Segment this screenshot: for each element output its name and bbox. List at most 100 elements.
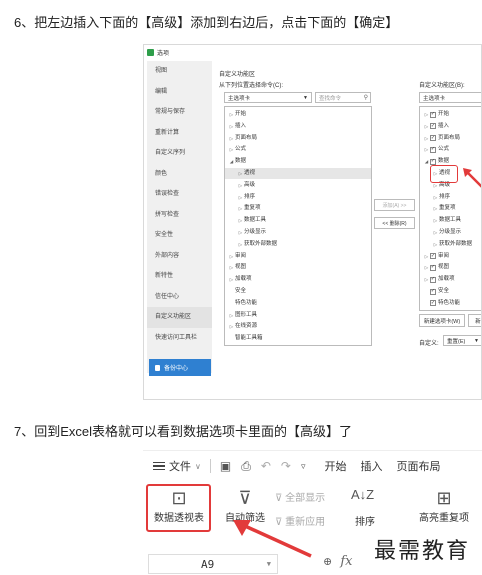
sort-button[interactable]: 排序 — [355, 513, 375, 528]
name-box[interactable]: A9 ▼ — [148, 554, 278, 574]
expand-arrow-icon[interactable]: ▷ — [228, 121, 235, 132]
sidebar-item-customize-ribbon[interactable]: 自定义功能区 — [147, 307, 212, 328]
tree-item[interactable]: ▷ 重复项 — [225, 203, 371, 214]
tree-item[interactable]: ▷ 数据工具 — [420, 215, 481, 226]
checkbox-icon[interactable]: ✓ — [430, 135, 436, 142]
redo-icon[interactable]: ↷ — [281, 459, 291, 473]
sidebar-item-custom-list[interactable]: 自定义序列 — [147, 143, 212, 164]
expand-arrow-icon[interactable]: ▷ — [432, 239, 439, 250]
expand-arrow-icon[interactable]: ▷ — [237, 215, 244, 226]
tree-item[interactable]: 特色功能 — [225, 298, 371, 309]
tab-page-layout[interactable]: 页面布局 — [396, 458, 440, 474]
expand-arrow-icon[interactable]: ▷ — [432, 227, 439, 238]
sidebar-item-trust-center[interactable]: 信任中心 — [147, 287, 212, 308]
tree-item[interactable]: ✓ 安全 — [420, 286, 481, 297]
tree-item[interactable]: ▷ ✓ 开始 — [420, 109, 481, 120]
expand-arrow-icon[interactable]: ▷ — [423, 251, 430, 262]
tree-item[interactable]: ▷ 重复项 — [420, 203, 481, 214]
sidebar-item-spell-check[interactable]: 拼写检查 — [147, 205, 212, 226]
new-group-button[interactable]: 新 — [468, 314, 481, 327]
print-icon[interactable]: ⎙ — [241, 459, 251, 474]
checkbox-icon[interactable]: ✓ — [430, 253, 436, 260]
expand-arrow-icon[interactable]: ▷ — [228, 321, 235, 332]
expand-arrow-icon[interactable]: ▷ — [228, 144, 235, 155]
expand-arrow-icon[interactable]: ▷ — [237, 227, 244, 238]
tree-item[interactable]: ◢ 数据 — [225, 156, 371, 167]
expand-arrow-icon[interactable]: ▷ — [228, 310, 235, 321]
sidebar-item-new-features[interactable]: 新特性 — [147, 266, 212, 287]
expand-arrow-icon[interactable]: ▷ — [237, 203, 244, 214]
tree-item[interactable]: ▷ 排序 — [225, 192, 371, 203]
right-ribbon-tree[interactable]: ▷ ✓ 开始 ▷ ✓ 插入 ▷ ✓ 页面布局 ▷ ✓ 公式 ◢ ✓ 数据 ▷ 透视 ▷ 高级 ▷ 排序 ▷ 重复项 ▷ 数据工具… — [419, 106, 481, 311]
checkbox-icon[interactable]: ✓ — [430, 123, 436, 130]
highlight-duplicates-button[interactable]: ⊞ 高亮重复项 — [411, 487, 477, 524]
sidebar-item-color[interactable]: 颜色 — [147, 164, 212, 185]
checkbox-icon[interactable]: ✓ — [430, 146, 436, 153]
tree-item[interactable]: ▷ 视图 — [225, 262, 371, 273]
checkbox-icon[interactable]: ✓ — [430, 111, 436, 118]
tree-item[interactable]: ▷ 分级显示 — [225, 227, 371, 238]
tree-item[interactable]: ▷ 透视 — [225, 168, 371, 179]
expand-arrow-icon[interactable]: ▷ — [423, 262, 430, 273]
sidebar-item-error-check[interactable]: 错误检查 — [147, 184, 212, 205]
tree-item[interactable]: ▷ ✓ 插入 — [420, 121, 481, 132]
tree-item[interactable]: ▷ 加载项 — [225, 274, 371, 285]
command-search-input[interactable]: 查找命令 ⚲ — [315, 92, 371, 103]
tree-item[interactable]: ▷ 获取外部数据 — [225, 239, 371, 250]
expand-arrow-icon[interactable]: ▷ — [228, 251, 235, 262]
tree-item[interactable]: ▷ 数据工具 — [225, 215, 371, 226]
left-source-select[interactable]: 主选项卡 ▼ — [224, 92, 312, 103]
tree-item[interactable]: ▷ 开始 — [225, 109, 371, 120]
expanded-arrow-icon[interactable]: ◢ — [423, 156, 430, 167]
tree-item[interactable]: ▷ ✓ 审阅 — [420, 251, 481, 262]
expand-arrow-icon[interactable]: ▷ — [423, 121, 430, 132]
tree-item[interactable]: 智能工具箱 — [225, 333, 371, 344]
expand-arrow-icon[interactable]: ▷ — [228, 262, 235, 273]
left-command-tree[interactable]: ▷ 开始 ▷ 插入 ▷ 页面布局 ▷ 公式 ◢ 数据 ▷ 透视 ▷ 高级 ▷ 排序 ▷ 重复项 ▷ 数据工具 ▷ 分级显示… — [224, 106, 372, 346]
tree-item[interactable]: ▷ 页面布局 — [225, 133, 371, 144]
expand-arrow-icon[interactable]: ▷ — [423, 109, 430, 120]
expand-arrow-icon[interactable]: ▷ — [237, 168, 244, 179]
expanded-arrow-icon[interactable]: ◢ — [228, 156, 235, 167]
menu-icon[interactable] — [153, 461, 165, 471]
expand-arrow-icon[interactable]: ▷ — [237, 192, 244, 203]
tree-item[interactable]: ▷ 在线资源 — [225, 321, 371, 332]
tree-item[interactable]: ▷ ✓ 加载项 — [420, 274, 481, 285]
expand-arrow-icon[interactable]: ▷ — [423, 274, 430, 285]
tab-insert[interactable]: 插入 — [360, 458, 382, 474]
formula-bar[interactable]: ⊕ fx — [323, 554, 353, 569]
new-tab-button[interactable]: 新建选项卡(W) — [419, 314, 465, 327]
checkbox-icon[interactable]: ✓ — [430, 300, 436, 307]
tree-item[interactable]: ▷ ✓ 公式 — [420, 144, 481, 155]
expand-arrow-icon[interactable]: ▷ — [237, 180, 244, 191]
sidebar-item-external[interactable]: 外部内容 — [147, 246, 212, 267]
file-menu[interactable]: 文件 — [169, 458, 191, 474]
tree-item[interactable]: ▷ ✓ 视图 — [420, 262, 481, 273]
customize-toolbar-icon[interactable]: ▿ — [301, 461, 306, 472]
expand-arrow-icon[interactable]: ▷ — [432, 192, 439, 203]
sidebar-item-view[interactable]: 视图 — [147, 61, 212, 82]
tab-home[interactable]: 开始 — [324, 458, 346, 474]
tree-item[interactable]: ✓ 特色功能 — [420, 298, 481, 309]
reset-select[interactable]: 重置(E) ▼ — [443, 335, 481, 346]
tree-item[interactable]: ▷ 获取外部数据 — [420, 239, 481, 250]
tree-item[interactable]: ▷ 排序 — [420, 192, 481, 203]
expand-arrow-icon[interactable]: ▷ — [237, 239, 244, 250]
right-ribbon-select[interactable]: 主选项卡 — [419, 92, 481, 103]
expand-arrow-icon[interactable]: ▷ — [432, 215, 439, 226]
tree-item[interactable]: ▷ 图形工具 — [225, 310, 371, 321]
tree-item[interactable]: ▷ 分级显示 — [420, 227, 481, 238]
tree-item[interactable]: ▷ 高级 — [225, 180, 371, 191]
sidebar-item-security[interactable]: 安全性 — [147, 225, 212, 246]
expand-arrow-icon[interactable]: ▷ — [432, 203, 439, 214]
backup-center-button[interactable]: 备份中心 — [149, 359, 211, 376]
expand-arrow-icon[interactable]: ▷ — [423, 133, 430, 144]
tree-item[interactable]: 安全 — [225, 286, 371, 297]
checkbox-icon[interactable]: ✓ — [430, 276, 436, 283]
expand-arrow-icon[interactable]: ▷ — [228, 274, 235, 285]
sidebar-item-quick-access[interactable]: 快速访问工具栏 — [147, 328, 212, 349]
checkbox-icon[interactable]: ✓ — [430, 158, 436, 165]
chevron-down-icon[interactable]: ∨ — [195, 462, 201, 471]
save-icon[interactable]: ▣ — [220, 459, 231, 473]
remove-button[interactable]: << 删除(R) — [374, 217, 415, 229]
